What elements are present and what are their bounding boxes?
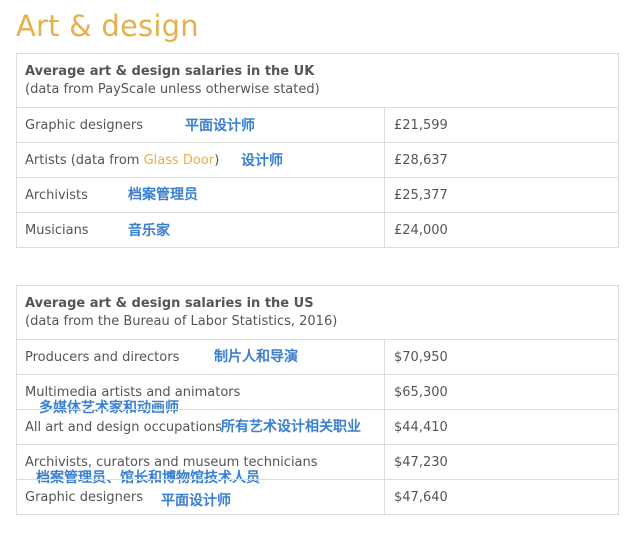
- row-value: $47,230: [394, 455, 448, 470]
- row-label: Archivists 档案管理员: [17, 178, 385, 212]
- row-label: Archivists, curators and museum technici…: [17, 445, 385, 486]
- us-table-header: Average art & design salaries in the US …: [17, 286, 618, 339]
- table-row: Artists (data from Glass Door) 设计师 £28,6…: [17, 142, 618, 177]
- us-table-title: Average art & design salaries in the US: [25, 296, 314, 311]
- row-label-text: All art and design occupations: [25, 420, 223, 435]
- row-label-text: Musicians: [25, 223, 89, 238]
- page-title: Art & design: [16, 9, 199, 43]
- us-salary-table: Average art & design salaries in the US …: [16, 285, 619, 515]
- row-label-text: Archivists: [25, 188, 88, 203]
- row-value: £28,637: [394, 153, 448, 168]
- row-value: $70,950: [394, 350, 448, 365]
- table-row: Producers and directors 制片人和导演 $70,950: [17, 339, 618, 374]
- row-annotation: 所有艺术设计相关职业: [221, 419, 361, 435]
- row-label: Musicians 音乐家: [17, 213, 385, 247]
- row-value: $47,640: [394, 490, 448, 505]
- row-label-text: Graphic designers: [25, 118, 144, 133]
- row-label-text: Producers and directors: [25, 350, 180, 365]
- table-row: Archivists, curators and museum technici…: [17, 444, 618, 486]
- row-value: £25,377: [394, 188, 448, 203]
- row-annotation: 制片人和导演: [214, 349, 298, 365]
- row-label-text: Graphic designers: [25, 490, 144, 505]
- row-label: Graphic designers 平面设计师: [17, 108, 385, 142]
- row-label-text: Multimedia artists and animators: [25, 385, 241, 400]
- row-label: Artists (data from Glass Door) 设计师: [17, 143, 385, 177]
- row-annotation: 音乐家: [128, 223, 170, 239]
- row-value: $65,300: [394, 385, 448, 400]
- uk-salary-table: Average art & design salaries in the UK …: [16, 53, 619, 248]
- table-row: Graphic designers 平面设计师 $47,640: [17, 479, 618, 514]
- row-value: $44,410: [394, 420, 448, 435]
- table-row: All art and design occupations 所有艺术设计相关职…: [17, 409, 618, 444]
- table-row: Musicians 音乐家 £24,000: [17, 212, 618, 247]
- table-row: Multimedia artists and animators 多媒体艺术家和…: [17, 374, 618, 416]
- row-annotation: 平面设计师: [161, 493, 231, 509]
- uk-table-header: Average art & design salaries in the UK …: [17, 54, 618, 107]
- row-value: £24,000: [394, 223, 448, 238]
- us-table-subtitle: (data from the Bureau of Labor Statistic…: [25, 314, 338, 329]
- table-row: Graphic designers 平面设计师 £21,599: [17, 107, 618, 142]
- row-annotation: 设计师: [241, 153, 283, 169]
- row-annotation: 档案管理员: [128, 187, 198, 203]
- row-label: All art and design occupations 所有艺术设计相关职…: [17, 410, 385, 444]
- row-value: £21,599: [394, 118, 448, 133]
- row-label: Graphic designers 平面设计师: [17, 480, 385, 514]
- table-row: Archivists 档案管理员 £25,377: [17, 177, 618, 212]
- glass-door-link[interactable]: Glass Door: [144, 153, 215, 168]
- uk-table-subtitle: (data from PayScale unless otherwise sta…: [25, 82, 320, 97]
- row-label-prefix: Artists (data from: [25, 153, 144, 168]
- row-label: Multimedia artists and animators 多媒体艺术家和…: [17, 375, 385, 416]
- uk-table-title: Average art & design salaries in the UK: [25, 64, 315, 79]
- row-annotation: 平面设计师: [185, 118, 255, 134]
- row-label: Producers and directors 制片人和导演: [17, 340, 385, 374]
- row-label-text: Archivists, curators and museum technici…: [25, 455, 318, 470]
- row-label-suffix: ): [214, 153, 220, 168]
